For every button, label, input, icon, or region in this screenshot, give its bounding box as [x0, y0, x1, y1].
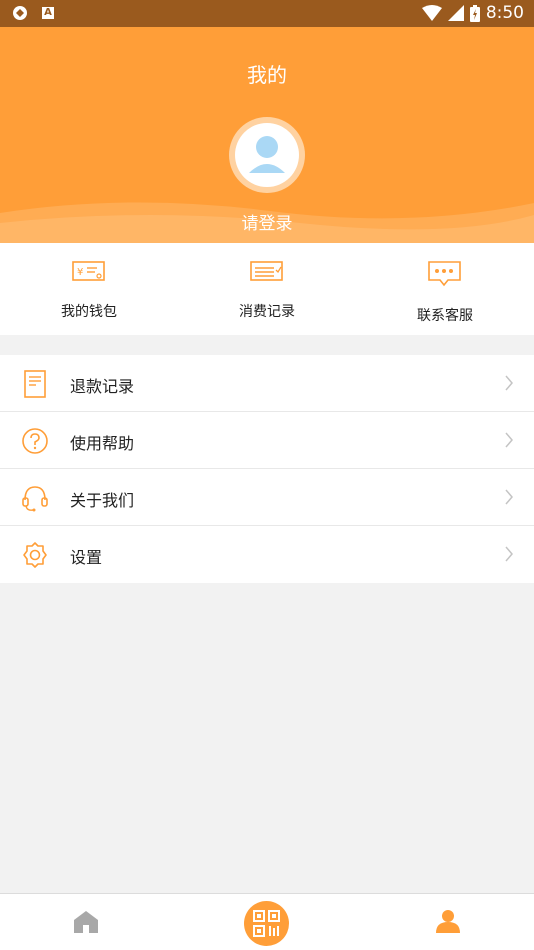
bottom-tab-bar [0, 893, 534, 950]
quick-service-label: 联系客服 [417, 308, 473, 324]
avatar[interactable] [229, 117, 305, 193]
wifi-icon [421, 5, 442, 21]
menu-item-refund[interactable]: 退款记录 [0, 355, 534, 412]
receipt-icon [250, 261, 283, 281]
chat-icon [428, 261, 461, 287]
tab-scan[interactable] [244, 901, 289, 946]
quick-wallet[interactable]: ¥ 我的钱包 [0, 243, 178, 335]
chevron-right-icon [505, 546, 513, 562]
quick-actions: ¥ 我的钱包 消费记录 联系客服 [0, 243, 534, 335]
menu-item-settings[interactable]: 设置 [0, 526, 534, 583]
tab-home[interactable] [60, 894, 112, 950]
chevron-right-icon [505, 375, 513, 391]
menu-item-refund-label: 退款记录 [70, 377, 135, 396]
sync-icon [13, 6, 27, 20]
quick-records[interactable]: 消费记录 [178, 243, 356, 335]
wallet-icon: ¥ [72, 261, 105, 281]
menu-item-settings-label: 设置 [70, 548, 103, 567]
user-icon [436, 910, 460, 933]
quick-wallet-label: 我的钱包 [61, 304, 117, 320]
user-avatar-icon [249, 136, 285, 173]
tab-profile[interactable] [422, 894, 474, 950]
status-time: 8:50 [485, 3, 524, 23]
menu-item-about[interactable]: 关于我们 [0, 469, 534, 526]
home-icon [74, 911, 98, 933]
chevron-right-icon [505, 432, 513, 448]
login-prompt[interactable]: 请登录 [0, 209, 534, 234]
profile-header: 我的 请登录 [0, 27, 534, 243]
quick-service[interactable]: 联系客服 [356, 243, 534, 335]
menu-item-help-label: 使用帮助 [70, 434, 135, 453]
menu-item-about-label: 关于我们 [70, 491, 135, 510]
chevron-right-icon [505, 489, 513, 505]
page-title: 我的 [247, 63, 287, 87]
menu-list: 退款记录 使用帮助 关于我们 设置 [0, 355, 534, 583]
document-icon [24, 370, 46, 398]
question-icon [22, 428, 48, 454]
signal-icon [447, 5, 464, 21]
notification-a-icon: A [42, 7, 54, 19]
headset-icon [22, 486, 48, 512]
quick-records-label: 消费记录 [239, 304, 295, 320]
menu-item-help[interactable]: 使用帮助 [0, 412, 534, 469]
scan-icon [253, 910, 280, 937]
status-bar: A 8:50 [0, 0, 534, 27]
svg-text:¥: ¥ [77, 267, 83, 278]
battery-icon [469, 4, 480, 22]
gear-icon [23, 542, 47, 568]
